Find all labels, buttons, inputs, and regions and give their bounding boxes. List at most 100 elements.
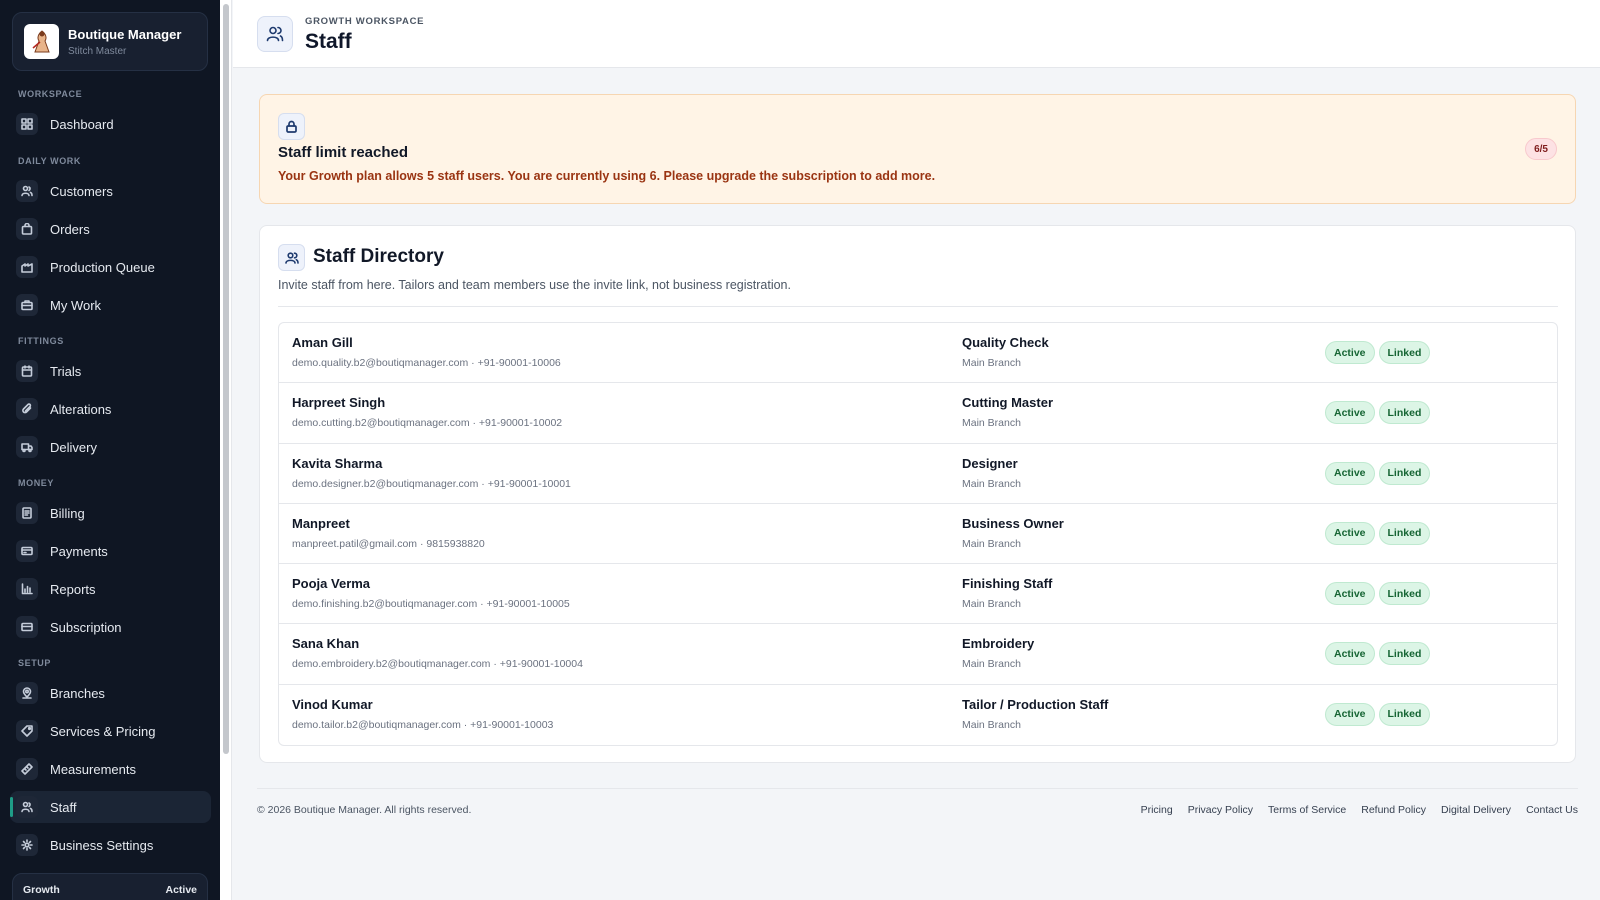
- staff-row[interactable]: Sana Khan demo.embroidery.b2@boutiqmanag…: [279, 624, 1557, 685]
- sidebar-item-billing[interactable]: Billing: [10, 497, 211, 529]
- scrollbar-thumb[interactable]: [223, 4, 229, 754]
- sidebar-item-label: Customers: [50, 183, 113, 199]
- tag-icon: [16, 720, 38, 742]
- status-badge: Active: [1325, 642, 1375, 666]
- status-badge: Active: [1325, 582, 1375, 606]
- sidebar-scrollbar[interactable]: [220, 0, 232, 900]
- staff-contact: demo.designer.b2@boutiqmanager.com · +91…: [292, 477, 571, 490]
- sidebar-item-my-work[interactable]: My Work: [10, 289, 211, 321]
- sidebar-item-branches[interactable]: Branches: [10, 677, 211, 709]
- staff-row[interactable]: Aman Gill demo.quality.b2@boutiqmanager.…: [279, 323, 1557, 384]
- users-icon: [257, 16, 293, 52]
- plan-name: Growth: [23, 884, 60, 896]
- sidebar-item-staff[interactable]: Staff: [10, 791, 211, 823]
- footer-divider: [257, 788, 1578, 789]
- alert-title: Staff limit reached: [278, 144, 409, 161]
- status-badge: Active: [1325, 401, 1375, 425]
- sidebar-item-dashboard[interactable]: Dashboard: [10, 108, 211, 140]
- footer-link-privacy-policy[interactable]: Privacy Policy: [1188, 804, 1253, 816]
- staff-row[interactable]: Manpreet manpreet.patil@gmail.com · 9815…: [279, 504, 1557, 565]
- truck-icon: [16, 436, 38, 458]
- status-badge: Active: [1325, 341, 1375, 364]
- staff-branch: Main Branch: [962, 537, 1021, 550]
- users-icon: [16, 180, 38, 202]
- status-badge: Active: [1325, 521, 1375, 545]
- briefcase-icon: [16, 294, 38, 316]
- sidebar-item-measurements[interactable]: Measurements: [10, 753, 211, 785]
- sidebar-item-trials[interactable]: Trials: [10, 355, 211, 387]
- sidebar-item-delivery[interactable]: Delivery: [10, 431, 211, 463]
- sidebar-item-production-queue[interactable]: Production Queue: [10, 251, 211, 283]
- factory-icon: [16, 256, 38, 278]
- staff-row[interactable]: Kavita Sharma demo.designer.b2@boutiqman…: [279, 444, 1557, 504]
- staff-branch: Main Branch: [962, 477, 1021, 490]
- sidebar-item-label: Services & Pricing: [50, 723, 156, 739]
- brand-card[interactable]: Boutique Manager Stitch Master: [12, 12, 208, 71]
- staff-contact: demo.quality.b2@boutiqmanager.com · +91-…: [292, 357, 561, 369]
- footer-link-refund-policy[interactable]: Refund Policy: [1361, 804, 1426, 816]
- brand-name: Boutique Manager: [68, 26, 182, 42]
- staff-role: Embroidery: [962, 636, 1035, 652]
- gear-icon: [16, 834, 38, 856]
- sidebar-item-label: Payments: [50, 543, 108, 559]
- staff-count-badge: 6/5: [1525, 138, 1557, 160]
- section-label-daily-work: Daily Work: [18, 156, 82, 166]
- sidebar-item-customers[interactable]: Customers: [10, 175, 211, 207]
- plan-status: Active: [165, 884, 197, 896]
- linked-badge: Linked: [1378, 702, 1431, 726]
- staff-row[interactable]: Harpreet Singh demo.cutting.b2@boutiqman…: [279, 383, 1557, 444]
- credit-card-icon: [16, 540, 38, 562]
- section-label-workspace: Workspace: [18, 89, 83, 99]
- sidebar: Boutique Manager Stitch Master Workspace…: [0, 0, 220, 900]
- staff-role: Tailor / Production Staff: [962, 696, 1109, 712]
- section-label-money: Money: [18, 478, 55, 488]
- footer-link-terms-of-service[interactable]: Terms of Service: [1268, 804, 1346, 816]
- sidebar-item-label: Staff: [50, 799, 77, 815]
- plan-status-card[interactable]: Growth Active: [12, 873, 208, 900]
- staff-branch: Main Branch: [962, 718, 1021, 731]
- staff-contact: demo.cutting.b2@boutiqmanager.com · +91-…: [292, 417, 563, 430]
- sidebar-item-label: Dashboard: [50, 116, 114, 132]
- sidebar-item-services-pricing[interactable]: Services & Pricing: [10, 715, 211, 747]
- sidebar-item-label: Subscription: [50, 619, 122, 635]
- sidebar-item-business-settings[interactable]: Business Settings: [10, 829, 211, 861]
- linked-badge: Linked: [1378, 642, 1431, 666]
- linked-badge: Linked: [1378, 582, 1431, 606]
- staff-branch: Main Branch: [962, 658, 1021, 671]
- receipt-icon: [16, 502, 38, 524]
- alert-message: Your Growth plan allows 5 staff users. Y…: [278, 169, 936, 183]
- staff-contact: demo.tailor.b2@boutiqmanager.com · +91-9…: [292, 718, 554, 731]
- sidebar-item-label: Business Settings: [50, 837, 154, 853]
- staff-contact: demo.embroidery.b2@boutiqmanager.com · +…: [292, 658, 583, 671]
- status-badge: Active: [1325, 461, 1375, 485]
- paperclip-icon: [16, 398, 38, 420]
- page-title: Staff: [305, 30, 352, 53]
- staff-name: Vinod Kumar: [292, 696, 373, 712]
- staff-role: Business Owner: [962, 515, 1064, 531]
- staff-role: Cutting Master: [962, 395, 1053, 411]
- users-icon: [278, 244, 305, 271]
- sidebar-item-label: Alterations: [50, 401, 112, 417]
- staff-row[interactable]: Pooja Verma demo.finishing.b2@boutiqmana…: [279, 564, 1557, 625]
- dashboard-icon: [16, 113, 38, 135]
- staff-name: Pooja Verma: [292, 576, 371, 592]
- sidebar-item-alterations[interactable]: Alterations: [10, 393, 211, 425]
- staff-name: Aman Gill: [292, 335, 353, 350]
- sidebar-item-label: Orders: [50, 221, 90, 237]
- footer-link-pricing[interactable]: Pricing: [1141, 804, 1173, 816]
- sidebar-item-label: Branches: [50, 685, 105, 701]
- staff-row[interactable]: Vinod Kumar demo.tailor.b2@boutiqmanager…: [279, 685, 1557, 745]
- sidebar-item-orders[interactable]: Orders: [10, 213, 211, 245]
- sidebar-item-reports[interactable]: Reports: [10, 573, 211, 605]
- staff-role: Finishing Staff: [962, 576, 1053, 592]
- sidebar-item-payments[interactable]: Payments: [10, 535, 211, 567]
- sidebar-item-subscription[interactable]: Subscription: [10, 611, 211, 643]
- divider: [278, 306, 1558, 307]
- footer-link-digital-delivery[interactable]: Digital Delivery: [1441, 804, 1511, 816]
- section-label-setup: Setup: [18, 658, 52, 668]
- staff-list: Aman Gill demo.quality.b2@boutiqmanager.…: [278, 322, 1558, 747]
- footer-link-contact-us[interactable]: Contact Us: [1526, 804, 1578, 816]
- staff-branch: Main Branch: [962, 357, 1021, 369]
- sidebar-item-label: Delivery: [50, 439, 97, 455]
- shopping-bag-icon: [16, 218, 38, 240]
